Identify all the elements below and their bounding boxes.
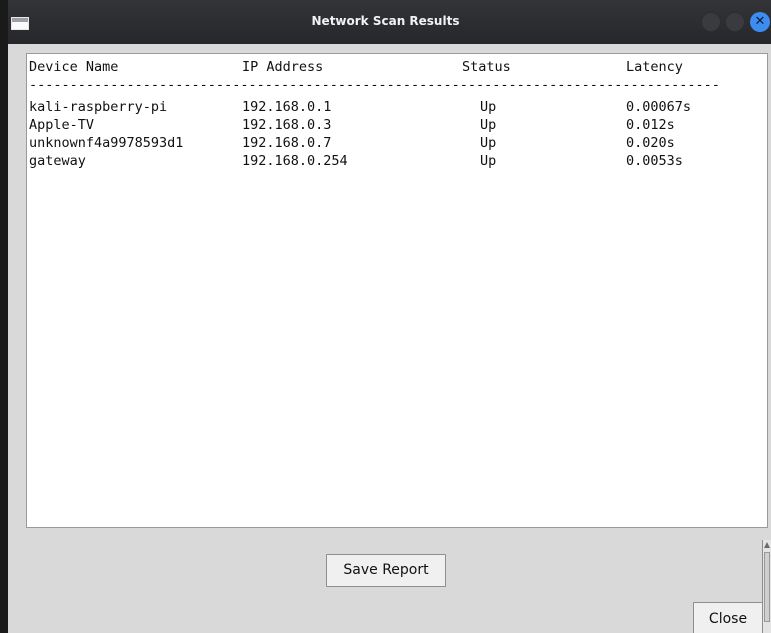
column-header-ip-address: IP Address [242,59,324,75]
column-header-latency: Latency [626,59,683,75]
vertical-scrollbar[interactable] [762,540,771,633]
header-separator: ----------------------------------------… [29,77,719,93]
latency-cell: 0.0053s [626,153,683,169]
ip-address-cell: 192.168.0.3 [242,117,332,133]
ip-address-cell: 192.168.0.254 [242,153,348,169]
close-window-icon[interactable]: ✕ [750,12,770,32]
table-header-row: Device Name IP Address Status Latency [29,58,683,76]
title-bar[interactable]: Network Scan Results ✕ [0,0,771,44]
device-name-cell: kali-raspberry-pi [29,99,168,115]
status-cell: Up [480,153,497,169]
column-header-device-name: Device Name [29,59,119,75]
network-scan-window: Network Scan Results ✕ Device Name IP Ad… [0,0,771,633]
device-name-cell: unknownf4a9978593d1 [29,135,184,151]
status-cell: Up [480,135,497,151]
device-name-cell: Apple-TV [29,117,95,133]
maximize-icon[interactable] [725,12,745,32]
device-name-cell: gateway [29,153,86,169]
save-report-button[interactable]: Save Report [326,554,446,587]
status-cell: Up [480,99,497,115]
table-row: unknownf4a9978593d1 192.168.0.7 Up 0.020… [29,134,675,152]
close-button[interactable]: Close [693,602,763,633]
column-header-status: Status [462,59,511,75]
ip-address-cell: 192.168.0.1 [242,99,332,115]
ip-address-cell: 192.168.0.7 [242,135,332,151]
window-title: Network Scan Results [311,14,460,28]
table-row: gateway 192.168.0.254 Up 0.0053s [29,152,683,170]
table-row: kali-raspberry-pi 192.168.0.1 Up 0.00067… [29,98,691,116]
status-cell: Up [480,117,497,133]
scan-results-text-area[interactable]: Device Name IP Address Status Latency --… [26,53,768,528]
table-row: Apple-TV 192.168.0.3 Up 0.012s [29,116,675,134]
latency-cell: 0.00067s [626,99,692,115]
window-edge [0,0,8,633]
latency-cell: 0.012s [626,117,675,133]
scrollbar-thumb[interactable] [764,552,770,622]
scroll-up-arrow-icon[interactable] [764,542,770,548]
latency-cell: 0.020s [626,135,675,151]
minimize-icon[interactable] [701,12,721,32]
